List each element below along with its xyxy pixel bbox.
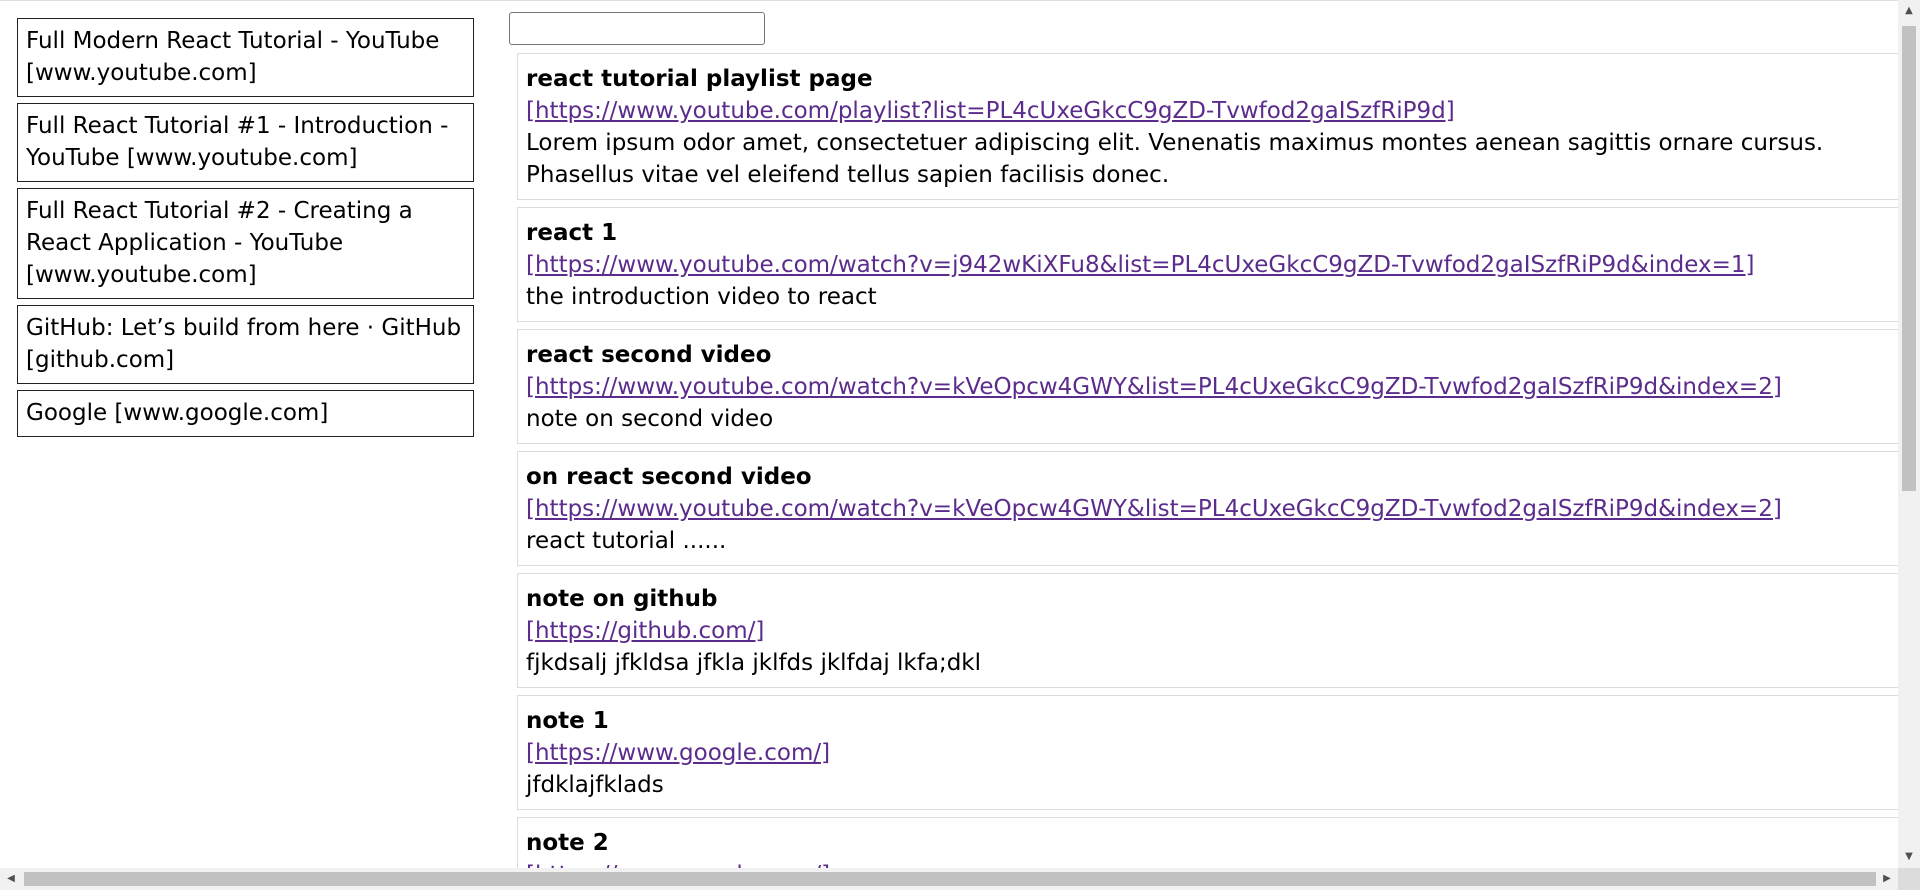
note-card: note on github [https://github.com/] fjk…	[517, 573, 1898, 688]
site-item[interactable]: Full React Tutorial #1 - Introduction - …	[17, 103, 474, 182]
horizontal-scroll-thumb[interactable]	[24, 872, 1876, 886]
note-title: note 2	[526, 830, 609, 856]
note-card: react 1 [https://www.youtube.com/watch?v…	[517, 207, 1898, 322]
vertical-scrollbar[interactable]: ▲ ▼	[1898, 0, 1920, 868]
note-link[interactable]: [https://github.com/]	[526, 615, 1890, 647]
note-body: jfdklajfklads	[526, 772, 664, 798]
note-card: note 1 [https://www.google.com/] jfdklaj…	[517, 695, 1898, 810]
site-item[interactable]: GitHub: Let’s build from here · GitHub […	[17, 305, 474, 384]
scrollbar-corner	[1898, 868, 1920, 890]
vertical-scroll-thumb[interactable]	[1902, 26, 1916, 491]
note-title: react second video	[526, 342, 772, 368]
note-card: react tutorial playlist page [https://ww…	[517, 53, 1898, 200]
note-card: react second video [https://www.youtube.…	[517, 329, 1898, 444]
site-item[interactable]: Full React Tutorial #2 - Creating a Reac…	[17, 188, 474, 299]
note-body: Lorem ipsum odor amet, consectetuer adip…	[526, 130, 1824, 188]
note-title: react tutorial playlist page	[526, 66, 873, 92]
note-card: on react second video [https://www.youtu…	[517, 451, 1898, 566]
arrow-right-icon[interactable]: ▶	[1876, 868, 1898, 890]
note-body: react tutorial ......	[526, 528, 727, 554]
arrow-left-icon[interactable]: ◀	[0, 868, 22, 890]
note-body: the introduction video to react	[526, 284, 877, 310]
note-title: note on github	[526, 586, 718, 612]
note-link[interactable]: [https://www.youtube.com/playlist?list=P…	[526, 95, 1890, 127]
note-title: react 1	[526, 220, 618, 246]
top-divider	[0, 0, 1898, 1]
arrow-up-icon[interactable]: ▲	[1898, 0, 1920, 22]
arrow-down-icon[interactable]: ▼	[1898, 846, 1920, 868]
site-item[interactable]: Full Modern React Tutorial - YouTube [ww…	[17, 18, 474, 97]
site-list: Full Modern React Tutorial - YouTube [ww…	[17, 18, 474, 443]
note-body: fjkdsalj jfkldsa jfkla jklfds jklfdaj lk…	[526, 650, 982, 676]
note-body: note on second video	[526, 406, 774, 432]
note-link[interactable]: [https://www.youtube.com/watch?v=j942wKi…	[526, 249, 1890, 281]
note-link[interactable]: [https://www.google.com/]	[526, 859, 1890, 868]
horizontal-scrollbar[interactable]: ◀ ▶	[0, 868, 1898, 890]
note-title: note 1	[526, 708, 609, 734]
note-link[interactable]: [https://www.youtube.com/watch?v=kVeOpcw…	[526, 493, 1890, 525]
note-link[interactable]: [https://www.google.com/]	[526, 737, 1890, 769]
note-card: note 2 [https://www.google.com/]	[517, 817, 1898, 868]
note-link[interactable]: [https://www.youtube.com/watch?v=kVeOpcw…	[526, 371, 1890, 403]
page-viewport: Full Modern React Tutorial - YouTube [ww…	[0, 0, 1898, 868]
search-input[interactable]	[509, 12, 765, 45]
note-list: react tutorial playlist page [https://ww…	[517, 53, 1898, 868]
site-item[interactable]: Google [www.google.com]	[17, 390, 474, 437]
note-title: on react second video	[526, 464, 812, 490]
